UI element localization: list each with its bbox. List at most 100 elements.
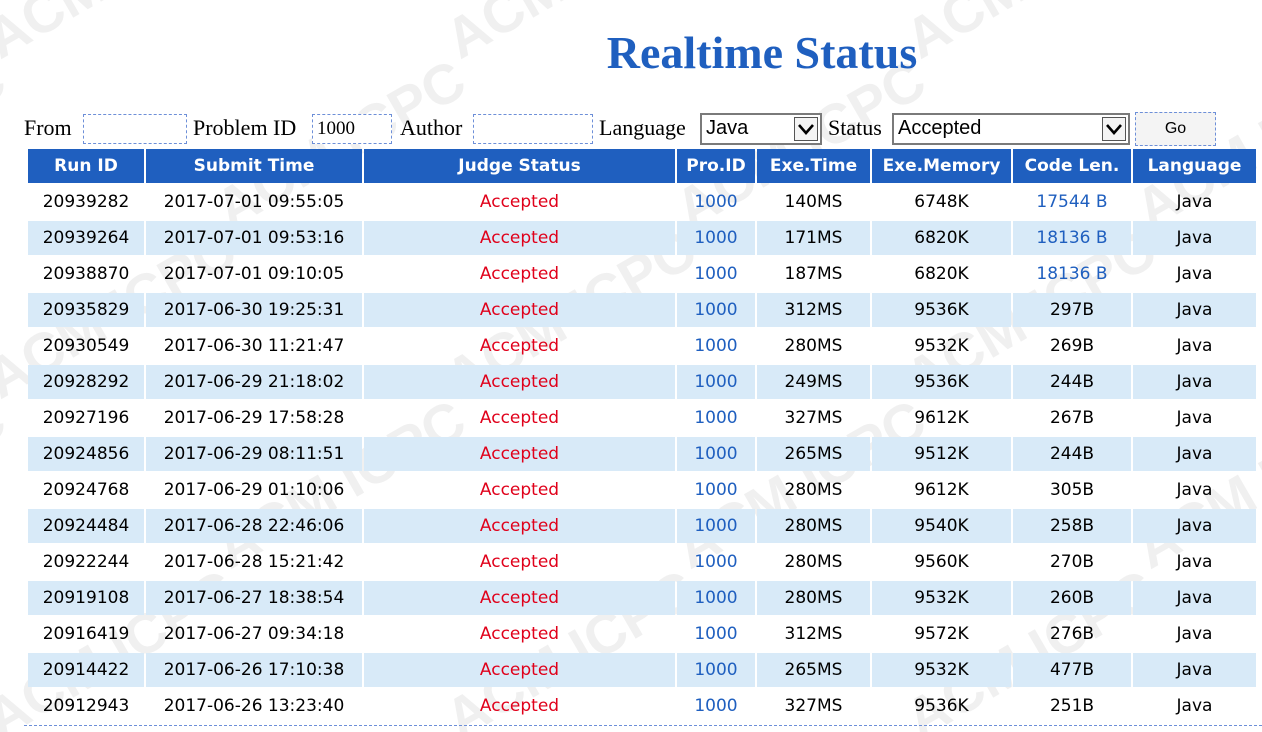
cell-judge-status: Accepted xyxy=(479,336,560,356)
cell-run-id: 20928292 xyxy=(28,365,144,399)
cell-exe-time: 280MS xyxy=(784,480,843,500)
cell-pro-id-link[interactable]: 1000 xyxy=(677,581,755,615)
table-row: 20939282 2017-07-01 09:55:05 Accepted 1000 1… xyxy=(28,185,1256,219)
table-row: 20928292 2017-06-29 21:18:02 Accepted 1000 2… xyxy=(28,365,1256,399)
cell-pro-id-link[interactable]: 1000 xyxy=(677,185,755,219)
header-exe-memory: Exe.Memory xyxy=(872,149,1011,183)
cell-judge-status: Accepted xyxy=(364,437,675,471)
cell-language: Java xyxy=(1133,581,1256,615)
cell-exe-memory: 9560K xyxy=(914,552,969,572)
cell-pro-id-link[interactable]: 1000 xyxy=(677,509,755,543)
status-table: Run ID Submit Time Judge Status Pro.ID E… xyxy=(26,147,1258,725)
cell-exe-time: 265MS xyxy=(757,653,870,687)
bottom-divider xyxy=(24,725,1262,726)
table-row: 20924856 2017-06-29 08:11:51 Accepted 1000 2… xyxy=(28,437,1256,471)
cell-submit-time: 2017-07-01 09:10:05 xyxy=(163,264,345,284)
table-row: 20924768 2017-06-29 01:10:06 Accepted 1000 2… xyxy=(28,473,1256,507)
header-code-len: Code Len. xyxy=(1013,149,1131,183)
cell-exe-memory: 9536K xyxy=(872,365,1011,399)
cell-exe-time: 171MS xyxy=(757,221,870,255)
cell-language: Java xyxy=(1176,408,1213,428)
cell-language: Java xyxy=(1133,509,1256,543)
cell-code-len: 244B xyxy=(1013,437,1131,471)
cell-exe-memory: 9612K xyxy=(914,408,969,428)
cell-code-len: 270B xyxy=(1049,552,1095,572)
cell-exe-memory: 9540K xyxy=(872,509,1011,543)
cell-exe-time: 280MS xyxy=(757,581,870,615)
status-select-value: Accepted xyxy=(898,117,982,139)
cell-pro-id-link[interactable]: 1000 xyxy=(677,329,755,363)
cell-pro-id-link[interactable]: 1000 xyxy=(677,617,755,651)
language-select[interactable]: Java xyxy=(700,113,822,145)
cell-code-len: 244B xyxy=(1013,365,1131,399)
cell-judge-status: Accepted xyxy=(479,192,560,212)
cell-exe-time: 327MS xyxy=(784,408,843,428)
table-row: 20930549 2017-06-30 11:21:47 Accepted 1000 2… xyxy=(28,329,1256,363)
problem-id-input[interactable] xyxy=(312,114,392,144)
header-run-id: Run ID xyxy=(28,149,144,183)
header-pro-id: Pro.ID xyxy=(677,149,755,183)
cell-pro-id-link[interactable]: 1000 xyxy=(677,653,755,687)
cell-code-len: 276B xyxy=(1049,624,1095,644)
cell-code-len-link[interactable]: 18136 B xyxy=(1013,221,1131,255)
cell-exe-memory: 6820K xyxy=(872,221,1011,255)
cell-submit-time: 2017-07-01 09:55:05 xyxy=(163,192,345,212)
cell-pro-id-link[interactable]: 1000 xyxy=(677,545,755,579)
cell-submit-time: 2017-06-29 17:58:28 xyxy=(163,408,345,428)
cell-pro-id-link[interactable]: 1000 xyxy=(677,689,755,723)
cell-language: Java xyxy=(1133,653,1256,687)
cell-judge-status: Accepted xyxy=(364,293,675,327)
cell-submit-time: 2017-07-01 09:53:16 xyxy=(146,221,362,255)
chevron-down-icon[interactable] xyxy=(794,117,818,141)
cell-exe-memory: 9532K xyxy=(914,336,969,356)
cell-language: Java xyxy=(1176,480,1213,500)
cell-pro-id-link[interactable]: 1000 xyxy=(677,437,755,471)
chevron-down-icon[interactable] xyxy=(1102,117,1126,141)
cell-exe-memory: 6748K xyxy=(914,192,969,212)
from-input[interactable] xyxy=(83,114,187,144)
status-select[interactable]: Accepted xyxy=(892,113,1130,145)
cell-code-len: 258B xyxy=(1013,509,1131,543)
cell-judge-status: Accepted xyxy=(479,408,560,428)
cell-judge-status: Accepted xyxy=(364,653,675,687)
cell-submit-time: 2017-06-28 15:21:42 xyxy=(163,552,345,572)
header-exe-time: Exe.Time xyxy=(757,149,870,183)
cell-language: Java xyxy=(1176,696,1213,716)
cell-run-id: 20912943 xyxy=(42,696,130,716)
cell-exe-time: 187MS xyxy=(784,264,843,284)
cell-code-len: 297B xyxy=(1013,293,1131,327)
cell-exe-time: 327MS xyxy=(784,696,843,716)
cell-pro-id-link[interactable]: 1000 xyxy=(677,401,755,435)
cell-judge-status: Accepted xyxy=(479,624,560,644)
header-language: Language xyxy=(1133,149,1256,183)
cell-exe-memory: 9536K xyxy=(914,696,969,716)
cell-run-id: 20939264 xyxy=(28,221,144,255)
cell-language: Java xyxy=(1133,293,1256,327)
cell-code-len: 260B xyxy=(1013,581,1131,615)
go-button[interactable]: Go xyxy=(1135,112,1216,146)
cell-pro-id-link[interactable]: 1000 xyxy=(677,221,755,255)
cell-code-len-link[interactable]: 17544 B xyxy=(1013,185,1131,219)
cell-exe-time: 280MS xyxy=(784,552,843,572)
cell-pro-id-link[interactable]: 1000 xyxy=(677,293,755,327)
cell-exe-memory: 9536K xyxy=(872,293,1011,327)
table-row: 20927196 2017-06-29 17:58:28 Accepted 1000 3… xyxy=(28,401,1256,435)
author-input[interactable] xyxy=(473,114,593,144)
cell-run-id: 20938870 xyxy=(42,264,130,284)
table-row: 20922244 2017-06-28 15:21:42 Accepted 1000 2… xyxy=(28,545,1256,579)
cell-code-len: 269B xyxy=(1049,336,1095,356)
cell-run-id: 20930549 xyxy=(42,336,130,356)
cell-run-id: 20914422 xyxy=(28,653,144,687)
table-row: 20919108 2017-06-27 18:38:54 Accepted 1000 2… xyxy=(28,581,1256,615)
cell-submit-time: 2017-06-26 13:23:40 xyxy=(163,696,345,716)
cell-exe-time: 312MS xyxy=(757,293,870,327)
cell-submit-time: 2017-06-29 08:11:51 xyxy=(146,437,362,471)
cell-pro-id-link[interactable]: 1000 xyxy=(677,473,755,507)
header-submit-time: Submit Time xyxy=(146,149,362,183)
cell-exe-time: 280MS xyxy=(784,336,843,356)
language-select-value: Java xyxy=(706,117,749,139)
cell-language: Java xyxy=(1176,552,1213,572)
cell-pro-id-link[interactable]: 1000 xyxy=(677,257,755,291)
cell-pro-id-link[interactable]: 1000 xyxy=(677,365,755,399)
cell-code-len-link[interactable]: 18136 B xyxy=(1013,257,1131,291)
